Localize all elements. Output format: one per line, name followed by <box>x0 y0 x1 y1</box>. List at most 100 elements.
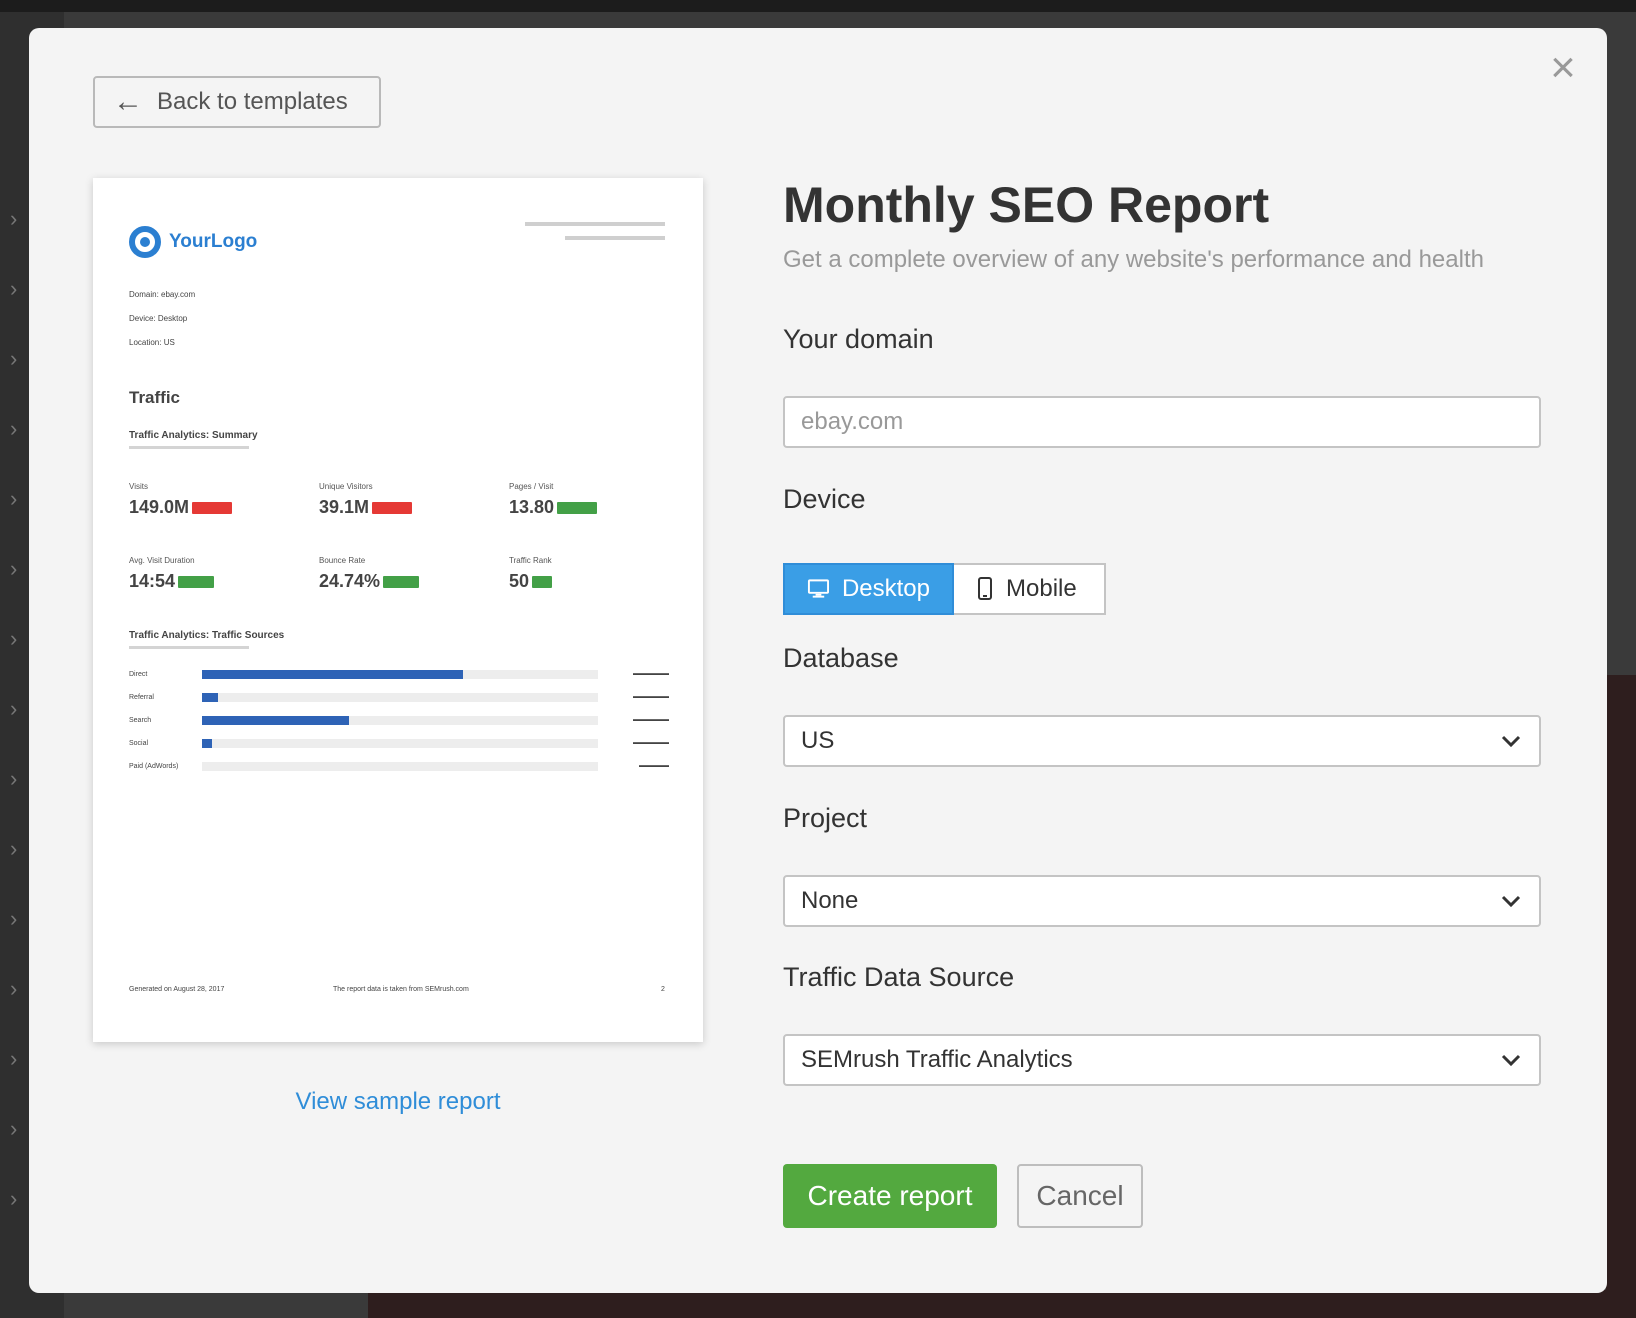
source-label: Direct <box>129 670 148 678</box>
chevron-right-icon: › <box>10 1116 18 1141</box>
chevron-right-icon: › <box>10 836 18 861</box>
create-report-modal: × ← Back to templates YourLogo Domain: e… <box>29 28 1607 1293</box>
background-panel <box>368 1290 1636 1318</box>
monitor-icon <box>807 579 829 598</box>
report-logo: YourLogo <box>129 226 257 258</box>
modal-subtitle: Get a complete overview of any website's… <box>783 246 1484 273</box>
close-icon[interactable]: × <box>1543 46 1583 90</box>
source-bar-track <box>202 669 598 679</box>
device-toggle: Desktop Mobile <box>783 563 1106 615</box>
phone-icon <box>978 577 992 600</box>
traffic-source-row: Social ▬▬▬▬▬▬ <box>129 737 669 749</box>
chevron-right-icon: › <box>10 416 18 441</box>
chevron-right-icon: › <box>10 556 18 581</box>
domain-input[interactable] <box>783 396 1541 448</box>
project-value: None <box>801 887 859 914</box>
chevron-right-icon: › <box>10 1186 18 1211</box>
trend-badge <box>532 575 553 588</box>
chevron-right-icon: › <box>10 696 18 721</box>
traffic-source-row: Direct ▬▬▬▬▬▬ <box>129 668 669 680</box>
trend-badge <box>372 501 413 514</box>
report-section-title: Traffic <box>129 388 181 407</box>
chevron-right-icon: › <box>10 906 18 931</box>
text-line <box>525 222 665 226</box>
trend-badge <box>557 501 598 514</box>
metric-value: 50 <box>509 571 530 591</box>
metric-label: Avg. Visit Duration <box>129 556 195 565</box>
report-preview[interactable]: YourLogo Domain: ebay.com Device: Deskto… <box>93 178 703 1042</box>
domain-label: Your domain <box>783 324 934 354</box>
back-to-templates-button[interactable]: ← Back to templates <box>93 76 381 128</box>
source-bar-track <box>202 692 598 702</box>
source-value-placeholder: ▬▬▬▬▬▬ <box>633 717 669 723</box>
report-metric: Avg. Visit Duration 14:54 <box>129 556 215 592</box>
report-address-placeholder <box>505 222 665 250</box>
source-value-placeholder: ▬▬▬▬▬ <box>639 763 669 769</box>
arrow-left-icon: ← <box>113 85 143 118</box>
database-select[interactable]: US <box>783 715 1541 767</box>
device-mobile-button[interactable]: Mobile <box>954 563 1106 615</box>
create-report-button[interactable]: Create report <box>783 1164 997 1228</box>
source-value-placeholder: ▬▬▬▬▬▬ <box>633 671 669 677</box>
text-line <box>129 446 249 449</box>
cancel-button[interactable]: Cancel <box>1017 1164 1143 1228</box>
metric-label: Pages / Visit <box>509 482 554 491</box>
project-select[interactable]: None <box>783 875 1541 927</box>
source-bar-track <box>202 738 598 748</box>
chevron-right-icon: › <box>10 276 18 301</box>
mobile-label: Mobile <box>1006 575 1077 602</box>
chevron-right-icon: › <box>10 206 18 231</box>
chevron-right-icon: › <box>10 346 18 371</box>
database-value: US <box>801 727 835 754</box>
source-label: Social <box>129 739 149 747</box>
source-value-placeholder: ▬▬▬▬▬▬ <box>633 694 669 700</box>
background-topbar <box>0 0 1636 12</box>
text-line <box>129 646 249 649</box>
traffic-source-value: SEMrush Traffic Analytics <box>801 1046 1073 1073</box>
modal-title: Monthly SEO Report <box>783 177 1270 233</box>
traffic-source-row: Paid (AdWords) ▬▬▬▬▬ <box>129 760 669 772</box>
metric-label: Visits <box>129 482 148 491</box>
metric-label: Bounce Rate <box>319 556 366 565</box>
traffic-source-row: Referral ▬▬▬▬▬▬ <box>129 691 669 703</box>
metric-value: 24.74% <box>319 571 381 591</box>
source-bar <box>202 715 349 725</box>
trend-badge <box>192 501 233 514</box>
report-meta-location: Location: US <box>129 338 175 347</box>
source-label: Search <box>129 716 152 724</box>
trend-badge <box>178 575 215 588</box>
source-label: Referral <box>129 693 154 701</box>
source-bar-track <box>202 715 598 725</box>
device-desktop-button[interactable]: Desktop <box>783 563 954 615</box>
chevron-right-icon: › <box>10 976 18 1001</box>
metric-value: 39.1M <box>319 497 370 517</box>
back-button-label: Back to templates <box>157 88 348 115</box>
source-bar <box>202 738 213 748</box>
chevron-down-icon <box>1501 735 1521 748</box>
trend-badge <box>383 575 420 588</box>
logo-text: YourLogo <box>169 231 258 252</box>
traffic-source-select[interactable]: SEMrush Traffic Analytics <box>783 1034 1541 1086</box>
chevron-right-icon: › <box>10 626 18 651</box>
report-summary-title: Traffic Analytics: Summary <box>129 430 258 441</box>
source-bar-track <box>202 761 598 771</box>
report-meta-domain: Domain: ebay.com <box>129 290 196 299</box>
desktop-label: Desktop <box>841 575 930 602</box>
report-sources-title: Traffic Analytics: Traffic Sources <box>129 630 285 641</box>
report-meta-device: Device: Desktop <box>129 314 188 323</box>
metric-label: Unique Visitors <box>319 482 373 491</box>
report-metric: Pages / Visit 13.80 <box>509 482 598 518</box>
chevron-right-icon: › <box>10 486 18 511</box>
logo-icon <box>129 226 161 258</box>
device-label: Device <box>783 484 866 514</box>
metric-value: 13.80 <box>509 497 555 517</box>
metric-value: 14:54 <box>129 571 176 591</box>
traffic-source-row: Search ▬▬▬▬▬▬ <box>129 714 669 726</box>
background-panel <box>1606 675 1636 1318</box>
source-bar <box>202 692 219 702</box>
view-sample-report-link[interactable]: View sample report <box>93 1088 703 1116</box>
database-label: Database <box>783 643 899 673</box>
report-metric: Traffic Rank 50 <box>509 556 553 592</box>
chevron-right-icon: › <box>10 1046 18 1071</box>
report-footer-source: The report data is taken from SEMrush.co… <box>333 986 469 993</box>
